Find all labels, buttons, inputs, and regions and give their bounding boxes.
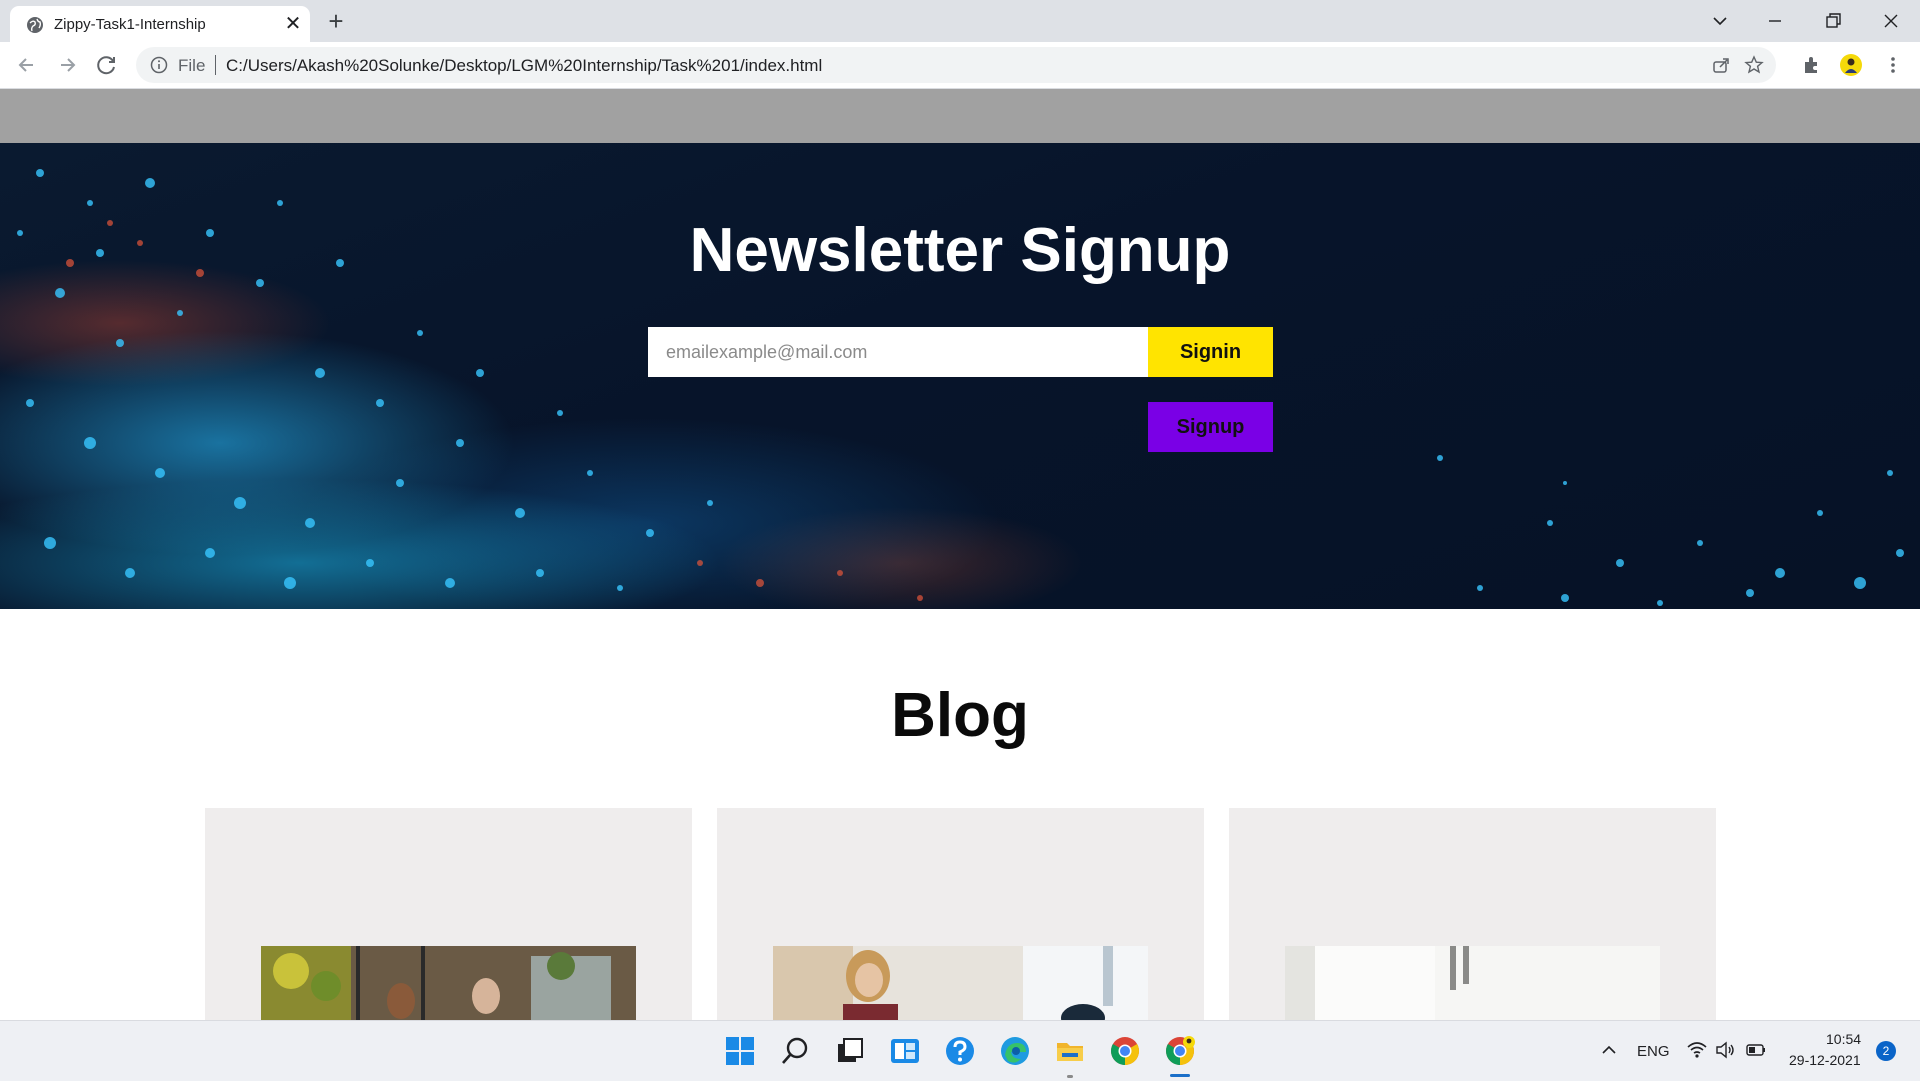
back-arrow-icon[interactable]: [13, 51, 41, 79]
wifi-icon[interactable]: [1686, 1040, 1708, 1060]
address-bar[interactable]: File C:/Users/Akash%20Solunke/Desktop/LG…: [136, 47, 1776, 83]
new-tab-button[interactable]: +: [322, 7, 350, 35]
active-app-indicator: [1170, 1074, 1190, 1077]
chevron-up-icon[interactable]: [1598, 1039, 1620, 1061]
tab-close-icon[interactable]: ✕: [282, 13, 304, 35]
volume-icon[interactable]: [1714, 1040, 1736, 1060]
file-explorer-icon[interactable]: [1054, 1035, 1086, 1067]
browser-tab[interactable]: Zippy-Task1-Internship ✕: [10, 6, 310, 42]
language-indicator[interactable]: ENG: [1637, 1043, 1670, 1060]
extensions-puzzle-icon[interactable]: [1801, 54, 1823, 76]
edge-browser-icon[interactable]: [999, 1035, 1031, 1067]
blog-card[interactable]: [205, 808, 692, 1020]
notification-badge[interactable]: 2: [1876, 1041, 1896, 1061]
close-window-icon[interactable]: [1876, 6, 1906, 36]
url-text[interactable]: C:/Users/Akash%20Solunke/Desktop/LGM%20I…: [226, 56, 822, 76]
share-icon[interactable]: [1711, 55, 1731, 75]
clock-time[interactable]: 10:54: [1826, 1031, 1861, 1047]
search-icon[interactable]: [779, 1035, 811, 1067]
windows-taskbar: ENG 10:54 29-12-2021: [0, 1020, 1920, 1081]
newsletter-hero: Newsletter Signup Signin Signup: [0, 143, 1920, 609]
globe-icon: [27, 17, 43, 33]
info-icon[interactable]: [150, 56, 168, 74]
battery-icon[interactable]: [1744, 1040, 1768, 1060]
explorer-running-indicator: [1067, 1075, 1073, 1078]
blog-card[interactable]: [717, 808, 1204, 1020]
file-scheme-label: File: [178, 56, 206, 75]
blog-heading: Blog: [891, 681, 1029, 750]
woman-meeting-photo: [773, 946, 1148, 1020]
browser-toolbar: File C:/Users/Akash%20Solunke/Desktop/LG…: [0, 42, 1920, 89]
clock-date[interactable]: 29-12-2021: [1789, 1052, 1861, 1068]
help-icon[interactable]: [944, 1035, 976, 1067]
office-team-photo: [261, 946, 636, 1020]
start-windows-icon[interactable]: [724, 1035, 756, 1067]
forward-arrow-icon[interactable]: [53, 51, 81, 79]
page-top-bar: [0, 89, 1920, 143]
signup-button[interactable]: Signup: [1148, 402, 1273, 452]
profile-avatar-icon[interactable]: [1840, 54, 1862, 76]
blog-card[interactable]: [1229, 808, 1716, 1020]
chrome-profile-icon[interactable]: [1164, 1035, 1196, 1067]
signin-button[interactable]: Signin: [1148, 327, 1273, 377]
bright-room-photo: [1285, 946, 1660, 1020]
tab-title: Zippy-Task1-Internship: [54, 16, 206, 33]
restore-icon[interactable]: [1818, 6, 1848, 36]
newsletter-title: Newsletter Signup: [689, 216, 1231, 285]
widgets-icon[interactable]: [889, 1035, 921, 1067]
bookmark-star-icon[interactable]: [1744, 55, 1764, 75]
email-input[interactable]: [648, 327, 1148, 377]
browser-tab-strip: Zippy-Task1-Internship ✕ +: [0, 0, 1920, 42]
reload-icon[interactable]: [93, 51, 121, 79]
omnibox-divider: [215, 55, 216, 75]
chrome-icon[interactable]: [1109, 1035, 1141, 1067]
minimize-icon[interactable]: [1760, 6, 1790, 36]
more-menu-icon[interactable]: [1882, 54, 1904, 76]
task-view-icon[interactable]: [834, 1035, 866, 1067]
tab-search-icon[interactable]: [1705, 6, 1735, 36]
